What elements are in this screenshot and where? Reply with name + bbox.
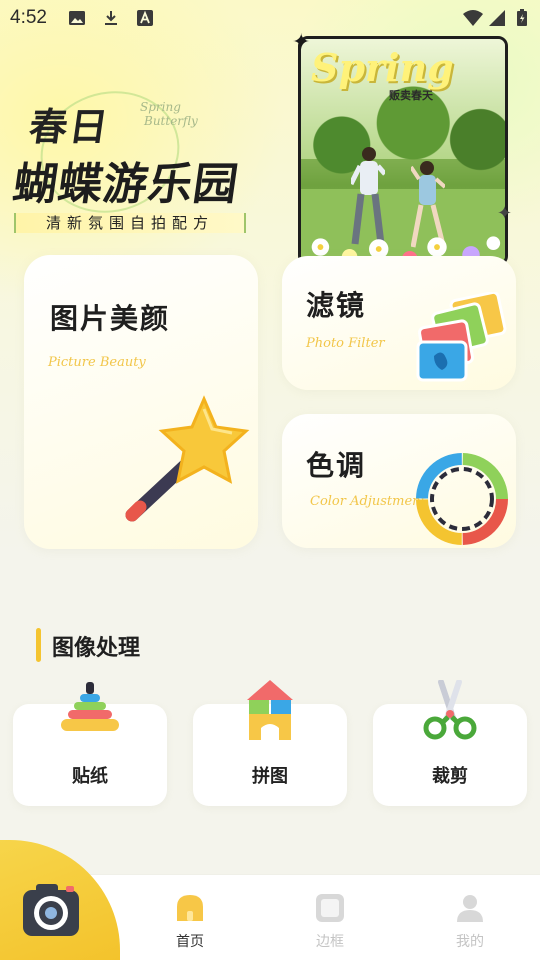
camera-icon: [23, 884, 79, 936]
nav-mine[interactable]: 我的: [430, 893, 510, 951]
user-icon: [457, 895, 483, 922]
tool-label-collage: 拼图: [252, 766, 288, 787]
scissors-icon: [423, 680, 477, 740]
sparkle-icon: ✦: [292, 30, 311, 55]
nav-home-label: 首页: [176, 934, 204, 950]
color-adjustment-subtitle: Color Adjustment: [310, 494, 426, 509]
battery-icon: [517, 9, 527, 26]
status-time: 4:52: [10, 7, 47, 28]
section-accent-bar: [36, 628, 41, 662]
wifi-icon: [463, 10, 483, 26]
color-wheel-icon: [416, 453, 508, 545]
photo-caption: 贩卖春天: [389, 89, 433, 102]
nav-home[interactable]: 首页: [150, 893, 230, 951]
photo-filter-title: 滤镜: [306, 289, 367, 322]
magic-wand-icon: [125, 395, 250, 522]
hero-subtitle: 清新氛围自拍配方: [14, 213, 246, 233]
nav-frame[interactable]: 边框: [290, 893, 370, 951]
photo-script-title: Spring: [311, 45, 454, 90]
image-icon: [69, 11, 85, 25]
hero-title-line1: 春日: [26, 104, 113, 149]
tool-card-sticker[interactable]: 贴纸: [13, 682, 167, 806]
hero-script-line1: Spring: [140, 100, 181, 114]
signal-icon: [489, 10, 505, 26]
picture-beauty-subtitle: Picture Beauty: [48, 355, 146, 370]
picture-beauty-card[interactable]: 图片美颜 Picture Beauty: [24, 255, 258, 549]
hero-script-line2: Butterfly: [144, 114, 198, 128]
section-title: 图像处理: [52, 636, 141, 661]
picture-beauty-title: 图片美颜: [50, 302, 171, 335]
frame-icon: [316, 894, 344, 922]
color-adjustment-title: 色调: [306, 449, 367, 482]
color-adjustment-card[interactable]: 色调 Color Adjustment: [282, 414, 516, 548]
photo-filter-subtitle: Photo Filter: [306, 336, 385, 351]
status-bar: 4:52: [0, 0, 540, 36]
hero-title-line2: 蝴蝶游乐园: [9, 159, 242, 210]
tool-card-collage[interactable]: 拼图: [193, 680, 347, 806]
camera-button[interactable]: [0, 840, 120, 960]
photo-filter-card[interactable]: 滤镜 Photo Filter: [282, 256, 516, 390]
text-a-icon: [137, 10, 153, 26]
tool-card-crop[interactable]: 裁剪: [373, 680, 527, 806]
hero-photo[interactable]: Spring 贩卖春天: [298, 36, 508, 266]
hero-script-text: Spring Butterfly: [140, 100, 198, 128]
sparkle-icon: ✦: [497, 203, 513, 224]
tool-label-sticker: 贴纸: [72, 766, 108, 787]
download-icon: [105, 11, 117, 25]
building-blocks-icon: [247, 680, 293, 740]
ring-stack-icon: [61, 682, 119, 731]
home-icon: [177, 895, 203, 921]
photo-filter-icon: [416, 292, 507, 382]
tool-label-crop: 裁剪: [432, 766, 468, 787]
nav-frame-label: 边框: [316, 934, 344, 950]
nav-mine-label: 我的: [456, 934, 484, 950]
